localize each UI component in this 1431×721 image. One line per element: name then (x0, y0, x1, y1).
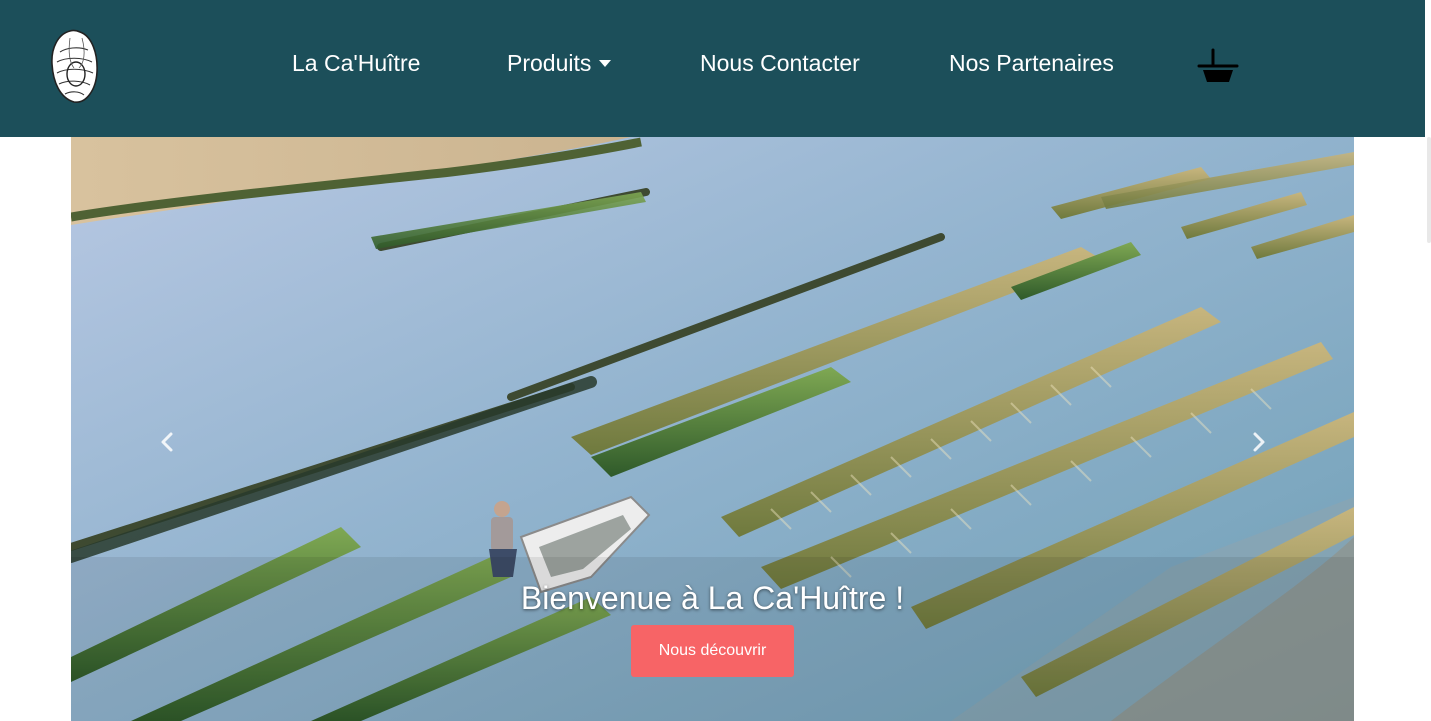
chevron-right-icon[interactable] (1243, 427, 1273, 457)
chevron-down-icon (599, 60, 612, 67)
hero-title: Bienvenue à La Ca'Huître ! (520, 580, 905, 616)
nav-link-produits-label: Produits (507, 50, 592, 76)
chevron-left-icon[interactable] (153, 427, 183, 457)
discover-button[interactable]: Nous découvrir (631, 625, 794, 677)
nav-link-nos-partenaires[interactable]: Nos Partenaires (949, 48, 1114, 78)
basket-icon[interactable] (1196, 46, 1240, 86)
scrollbar-thumb[interactable] (1427, 137, 1431, 243)
hero-carousel: Bienvenue à La Ca'Huître ! Nous découvri… (71, 137, 1354, 721)
nav-link-la-cahuitre[interactable]: La Ca'Huître (292, 48, 420, 78)
scrollbar-track[interactable] (1425, 0, 1431, 721)
top-navbar: La Ca'Huître Produits Nous Contacter Nos… (0, 0, 1425, 137)
oyster-logo-icon[interactable] (48, 28, 100, 104)
nav-link-nous-contacter[interactable]: Nous Contacter (700, 48, 860, 78)
nav-link-produits[interactable]: Produits (507, 48, 612, 78)
